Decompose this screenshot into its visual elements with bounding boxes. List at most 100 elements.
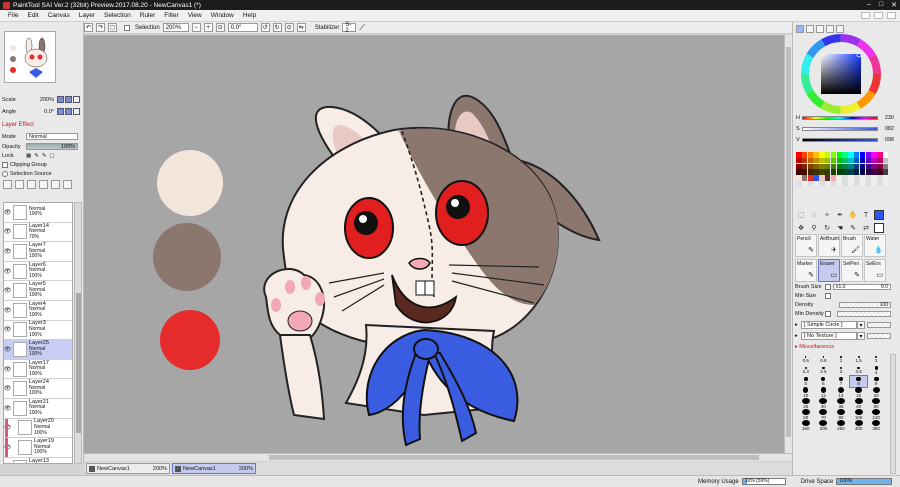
color-swatch[interactable] (836, 157, 843, 164)
stabilizer-select[interactable]: S-2 (342, 22, 357, 34)
color-swatch[interactable] (871, 163, 877, 170)
menu-ruler[interactable]: Ruler (136, 12, 161, 19)
brush-size-preset[interactable]: 1.5 (850, 354, 868, 365)
brush-size-preset[interactable]: 40 (850, 398, 868, 409)
color-swatch[interactable] (882, 152, 889, 158)
color-swatch[interactable] (807, 175, 814, 181)
color-swatch[interactable] (853, 180, 860, 187)
layer-visibility-icon[interactable]: 👁 (4, 203, 11, 222)
color-swatch[interactable] (807, 152, 814, 158)
menu-layer[interactable]: Layer (75, 12, 100, 19)
color-swatch[interactable] (882, 157, 889, 164)
rotate-right-icon[interactable]: ↻ (272, 23, 282, 32)
brush-size-preset[interactable]: 10 (797, 387, 815, 398)
brush-size-preset[interactable]: 7 (832, 376, 850, 387)
selection-source-radio[interactable] (2, 171, 8, 177)
brush-size-preset[interactable]: 80 (832, 409, 850, 420)
color-swatch[interactable] (877, 180, 883, 187)
min-size-checkbox[interactable] (825, 293, 831, 299)
brush-size-preset[interactable]: 70 (815, 409, 833, 420)
ruler-line-icon[interactable]: ⟋ (359, 23, 365, 33)
layer-list-scrollbar[interactable] (74, 202, 82, 464)
swatch-tab-icon[interactable] (826, 25, 834, 33)
rotate-tool-icon[interactable]: ↻ (822, 223, 832, 233)
layer-visibility-icon[interactable]: 👁 (4, 223, 11, 242)
undo-icon[interactable]: ↶ (84, 23, 93, 32)
merge-down-icon[interactable] (51, 180, 60, 189)
color-swatch[interactable] (836, 152, 843, 158)
canvas-horizontal-scrollbar[interactable] (84, 453, 792, 461)
color-swatch[interactable] (830, 152, 837, 158)
color-swatch[interactable] (801, 152, 808, 158)
color-swatch[interactable] (807, 157, 814, 164)
color-swatch[interactable] (819, 175, 825, 181)
color-swatch[interactable] (859, 157, 866, 164)
color-swatch[interactable] (801, 169, 808, 175)
color-swatch[interactable] (836, 180, 843, 187)
lock-alpha-icon[interactable]: ▢ (49, 153, 54, 159)
brush-size-preset[interactable]: 6 (815, 376, 833, 387)
rotate-right-small-icon[interactable] (65, 108, 72, 115)
color-swatch[interactable] (842, 157, 848, 164)
brush-size-preset[interactable]: 25 (797, 398, 815, 409)
min-density-checkbox[interactable] (825, 311, 831, 317)
color-swatch[interactable] (865, 157, 872, 164)
layer-row[interactable]: 👁 Layer20 Normal 100% (4, 418, 72, 439)
color-swatch[interactable] (796, 169, 802, 175)
layer-visibility-icon[interactable]: 👁 (4, 242, 11, 261)
zoom-field[interactable]: 200% (162, 23, 189, 32)
color-swatch[interactable] (813, 180, 819, 187)
color-swatch[interactable] (865, 169, 872, 175)
layer-visibility-icon[interactable]: 👁 (4, 301, 11, 320)
brush-tool-selpen[interactable]: SelPen ✎ (841, 259, 863, 282)
brush-size-preset[interactable]: 4 (867, 365, 885, 376)
color-swatch[interactable] (819, 157, 825, 164)
layer-row[interactable]: 👁 Layer3 Normal 100% (4, 320, 72, 341)
menu-selection[interactable]: Selection (100, 12, 136, 19)
color-swatch[interactable] (871, 157, 877, 164)
color-swatch[interactable] (830, 175, 837, 181)
layer-effect-title[interactable]: Layer Effect (2, 122, 34, 128)
brush-size-preset[interactable]: 9 (867, 376, 885, 387)
color-swatch[interactable] (813, 169, 819, 175)
mini-minimize-icon[interactable] (861, 12, 870, 19)
value-value[interactable]: 098 (885, 137, 896, 143)
zoom-out-icon[interactable]: − (191, 23, 201, 32)
canvas-horizontal-scroll-thumb[interactable] (269, 455, 759, 460)
zoom-in-small-icon[interactable] (65, 96, 72, 103)
new-layer-icon[interactable] (3, 180, 12, 189)
canvas-vertical-scroll-thumb[interactable] (786, 47, 791, 437)
color-swatch[interactable] (830, 163, 837, 170)
blend-mode-select[interactable]: Normal (26, 133, 78, 140)
menu-view[interactable]: View (184, 12, 207, 19)
lock-all-icon[interactable]: ✎ (42, 153, 47, 159)
color-swatch[interactable] (824, 152, 831, 158)
brush-tool-selers[interactable]: SelErs ▭ (864, 259, 886, 282)
hand-icon[interactable]: ✋ (848, 210, 858, 220)
new-folder-icon[interactable] (27, 180, 36, 189)
layer-row[interactable]: 👁 Layer14 Normal 70% (4, 222, 72, 243)
size-presets-scrollbar[interactable] (890, 354, 896, 474)
color-swatch[interactable] (865, 152, 872, 158)
color-wheel[interactable] (797, 34, 893, 114)
brush-size-preset[interactable]: 2.6 (815, 365, 833, 376)
angle-field[interactable]: 0.0° (227, 23, 258, 32)
text-icon[interactable]: T (861, 210, 871, 220)
color-swatch[interactable] (796, 157, 802, 164)
saturation-slider[interactable] (802, 127, 878, 131)
brush-size-preset[interactable]: 50 (867, 398, 885, 409)
brush-size-checkbox[interactable] (825, 284, 831, 290)
brush-texture-strength[interactable] (867, 333, 891, 339)
lasso-icon[interactable]: ◌ (809, 210, 819, 220)
color-swatch[interactable] (796, 163, 802, 170)
canvas-vertical-scrollbar[interactable] (784, 35, 792, 453)
color-swatch[interactable] (813, 152, 819, 158)
brush-shape-select[interactable]: [ Simple Circle ] (801, 321, 857, 329)
color-swatch[interactable] (830, 180, 837, 187)
menu-help[interactable]: Help (239, 12, 261, 19)
transfer-down-icon[interactable] (39, 180, 48, 189)
brush-size-preset[interactable]: 5 (797, 376, 815, 387)
layer-row[interactable]: 👁 Layer6 Normal 100% (4, 261, 72, 282)
rgb-slider-tab-icon[interactable] (806, 25, 814, 33)
brush-shape-dropdown-icon[interactable]: ▾ (857, 321, 865, 329)
